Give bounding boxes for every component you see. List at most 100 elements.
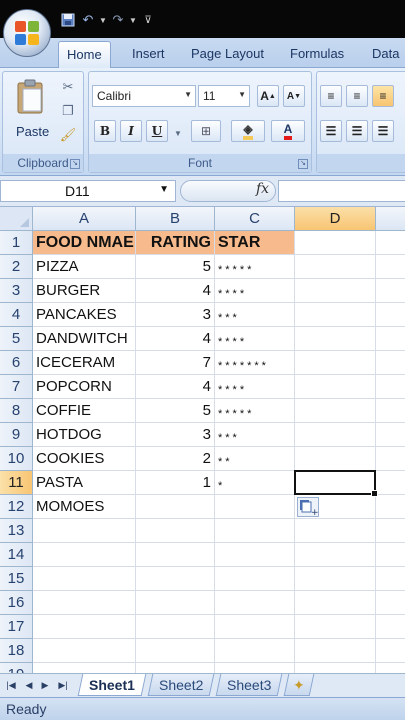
table-cell[interactable] [295,567,376,591]
cut-icon[interactable]: ✂ [59,78,77,96]
font-color-button[interactable]: A [271,120,305,142]
table-cell[interactable]: ***** [215,399,295,423]
table-cell[interactable]: * [215,471,295,495]
table-cell[interactable]: POPCORN [33,375,136,399]
column-header-c[interactable]: C [215,207,295,231]
row-header[interactable]: 1 [0,231,33,255]
tab-data[interactable]: Data [372,46,399,61]
fill-color-button[interactable]: ◈ [231,120,265,142]
spreadsheet-grid[interactable]: A B C D 1 FOOD NMAE RATING STAR 2 PIZZA 5 ***** 3 BUR… [0,207,405,673]
table-cell[interactable] [136,519,215,543]
table-cell[interactable]: PIZZA [33,255,136,279]
table-cell[interactable]: 4 [136,375,215,399]
column-header-e[interactable] [376,207,405,231]
underline-button[interactable]: U [146,120,168,142]
last-sheet-icon[interactable]: ▶| [56,678,70,692]
table-cell[interactable] [136,615,215,639]
table-cell[interactable] [376,423,405,447]
table-cell[interactable] [33,639,136,663]
sheet-tab-1[interactable]: Sheet1 [77,674,147,696]
table-cell[interactable]: 2 [136,447,215,471]
table-cell[interactable]: 7 [136,351,215,375]
column-header-b[interactable]: B [136,207,215,231]
table-cell[interactable] [295,447,376,471]
table-cell[interactable] [376,327,405,351]
table-cell[interactable]: PASTA [33,471,136,495]
table-cell[interactable] [33,543,136,567]
table-cell[interactable] [33,663,136,673]
table-cell[interactable] [376,591,405,615]
table-cell[interactable]: COFFIE [33,399,136,423]
font-launcher-icon[interactable]: ↘ [298,159,308,169]
format-painter-icon[interactable]: 🖌 [59,126,77,144]
table-cell[interactable]: ***** [215,255,295,279]
table-cell[interactable]: COOKIES [33,447,136,471]
table-cell[interactable] [295,399,376,423]
table-cell[interactable] [295,351,376,375]
table-cell[interactable] [215,591,295,615]
table-cell[interactable]: DANDWITCH [33,327,136,351]
customize-qat-icon[interactable]: ⊽ [138,10,158,30]
tab-insert[interactable]: Insert [132,46,165,61]
row-header[interactable]: 4 [0,303,33,327]
header-cell[interactable]: FOOD NMAE [33,231,136,255]
table-cell[interactable] [136,663,215,673]
table-cell[interactable]: *** [215,303,295,327]
table-cell[interactable]: ICECERAM [33,351,136,375]
redo-dropdown-icon[interactable]: ▼ [128,16,138,25]
table-cell[interactable] [215,567,295,591]
table-cell[interactable] [136,495,215,519]
header-cell[interactable]: STAR [215,231,295,255]
table-cell[interactable]: **** [215,327,295,351]
row-header[interactable]: 5 [0,327,33,351]
table-cell[interactable] [376,567,405,591]
row-header[interactable]: 10 [0,447,33,471]
row-header[interactable]: 7 [0,375,33,399]
italic-button[interactable]: I [120,120,142,142]
table-cell[interactable] [136,591,215,615]
undo-dropdown-icon[interactable]: ▼ [98,16,108,25]
name-box[interactable]: D11 ▼ [0,180,176,202]
table-cell[interactable] [215,495,295,519]
table-cell[interactable]: *** [215,423,295,447]
table-cell[interactable]: 5 [136,399,215,423]
table-cell[interactable] [376,303,405,327]
borders-button[interactable]: ⊞ [191,120,221,142]
table-cell[interactable] [295,423,376,447]
table-cell[interactable] [136,639,215,663]
row-header[interactable]: 16 [0,591,33,615]
table-cell[interactable]: 1 [136,471,215,495]
table-cell[interactable] [376,663,405,673]
formula-input[interactable] [278,180,405,202]
header-cell[interactable]: RATING [136,231,215,255]
row-header[interactable]: 13 [0,519,33,543]
table-cell[interactable] [376,495,405,519]
row-header[interactable]: 11 [0,471,33,495]
table-cell[interactable] [376,255,405,279]
table-cell[interactable] [215,519,295,543]
paste-options-icon[interactable]: + [297,497,319,518]
row-header[interactable]: 9 [0,423,33,447]
table-cell[interactable] [376,399,405,423]
active-cell-outline[interactable] [294,470,378,497]
table-cell[interactable]: 5 [136,255,215,279]
table-cell[interactable]: 4 [136,327,215,351]
table-cell[interactable] [295,519,376,543]
font-size-combo[interactable]: 11 ▼ [198,85,250,107]
table-cell[interactable] [376,231,405,255]
undo-icon[interactable]: ↶ [78,10,98,30]
table-cell[interactable] [136,543,215,567]
underline-dropdown-icon[interactable]: ▼ [169,124,187,142]
select-all-button[interactable] [0,207,33,231]
table-cell[interactable] [33,591,136,615]
table-cell[interactable] [33,567,136,591]
table-cell[interactable] [295,255,376,279]
row-header[interactable]: 14 [0,543,33,567]
align-left-button[interactable]: ☰ [320,120,342,142]
row-header[interactable]: 3 [0,279,33,303]
align-middle-button[interactable]: ≡ [346,85,368,107]
clipboard-launcher-icon[interactable]: ↘ [70,159,80,169]
insert-function-button[interactable]: fx [256,181,269,197]
table-cell[interactable]: 4 [136,279,215,303]
table-cell[interactable] [215,615,295,639]
